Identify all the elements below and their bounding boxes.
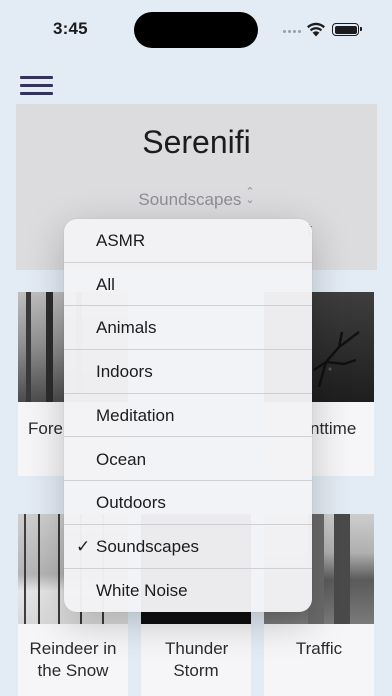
checkmark-icon: ✓: [76, 536, 91, 556]
menu-item-label: ASMR: [96, 231, 146, 250]
menu-item-label: Outdoors: [96, 493, 166, 513]
category-selector-label: Soundscapes: [138, 190, 242, 209]
menu-item-label: Soundscapes: [96, 536, 200, 556]
tile-label: Thunder Storm: [165, 639, 229, 680]
menu-item-ocean[interactable]: Ocean: [64, 438, 312, 482]
menu-item-soundscapes[interactable]: ✓ Soundscapes: [64, 525, 312, 569]
menu-item-outdoors[interactable]: Outdoors: [64, 481, 312, 525]
cellular-signal-icon: [283, 30, 301, 33]
battery-icon: [332, 23, 362, 36]
menu-item-indoors[interactable]: Indoors: [64, 350, 312, 394]
menu-item-all[interactable]: All: [64, 263, 312, 307]
app-title: Serenifi: [142, 124, 251, 160]
menu-item-animals[interactable]: Animals: [64, 306, 312, 351]
tile-label: Reindeer in the Snow: [29, 639, 117, 680]
menu-item-asmr[interactable]: ASMR: [64, 219, 312, 263]
dynamic-island: [134, 12, 258, 48]
hamburger-menu-icon[interactable]: [20, 73, 54, 97]
chevron-up-down-icon: ⌃ ⌄: [245, 186, 255, 206]
category-dropdown-menu: ASMR All Animals Indoors Meditation Ocea…: [64, 219, 312, 612]
tile-label: Traffic: [295, 639, 343, 658]
status-bar: 3:45: [0, 0, 392, 58]
menu-item-label: Ocean: [96, 449, 147, 469]
wifi-icon: [307, 22, 325, 37]
menu-item-meditation[interactable]: Meditation: [64, 394, 312, 438]
menu-item-label: All: [96, 274, 115, 294]
menu-item-label: Meditation: [96, 405, 175, 425]
menu-item-label: Indoors: [96, 362, 153, 382]
menu-item-label: Animals: [96, 318, 157, 338]
menu-item-label: White Noise: [96, 580, 188, 600]
category-selector[interactable]: Soundscapes ⌃ ⌄: [16, 186, 377, 210]
menu-item-white-noise[interactable]: White Noise: [64, 569, 312, 612]
status-time: 3:45: [53, 19, 88, 38]
screen: 3:45 Serenifi Soundscapes⌃⌄ t Fore: [0, 0, 392, 696]
